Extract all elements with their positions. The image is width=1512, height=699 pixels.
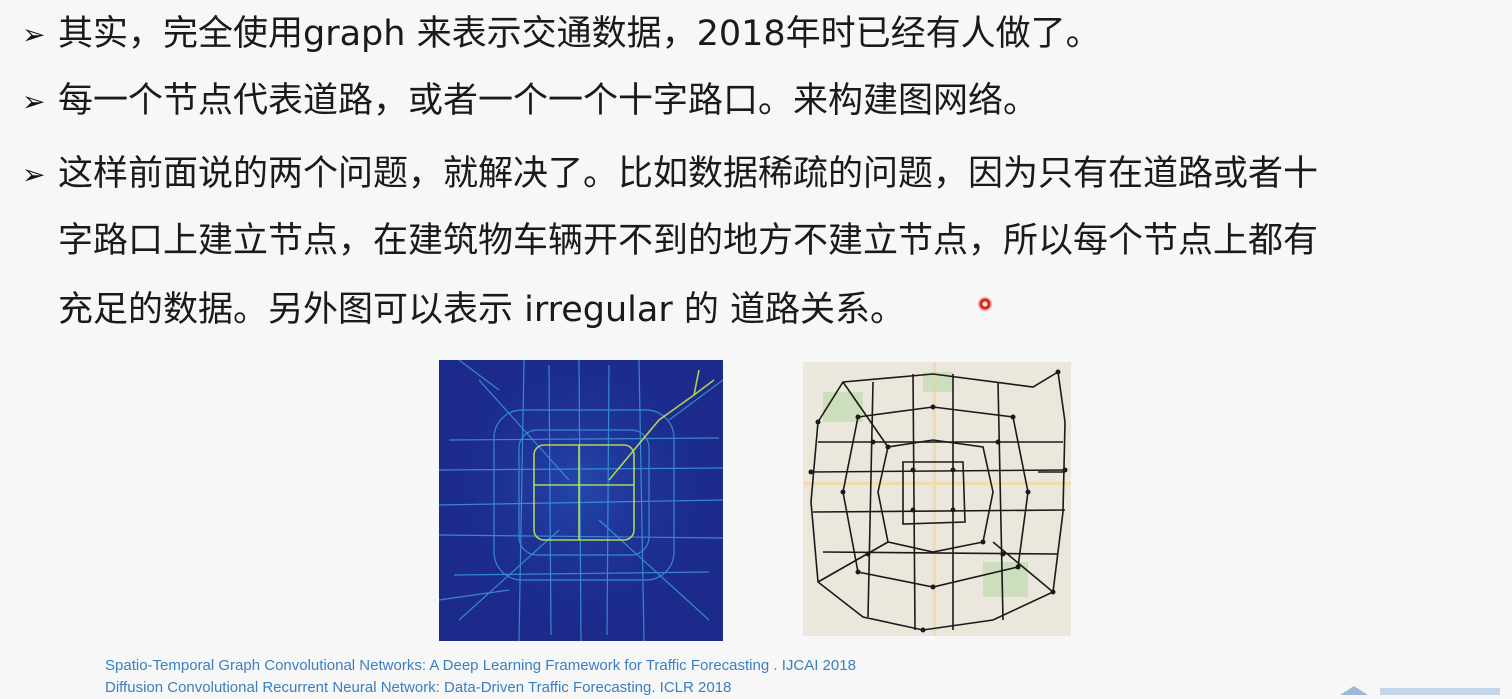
- bullet-3-line-2: 字路口上建立节点，在建筑物车辆开不到的地方不建立节点，所以每个节点上都有: [58, 221, 1319, 261]
- laser-pointer-icon: [977, 296, 993, 312]
- reference-2: Diffusion Convolutional Recurrent Neural…: [105, 679, 732, 696]
- references: Spatio-Temporal Graph Convolutional Netw…: [105, 655, 856, 699]
- reference-1: Spatio-Temporal Graph Convolutional Netw…: [105, 657, 856, 674]
- watermark-logo-icon: [1340, 686, 1500, 695]
- bullet-arrow-icon: ➢: [22, 18, 46, 51]
- traffic-heatmap-image: [438, 359, 724, 642]
- bullet-1-text: 其实，完全使用graph 来表示交通数据，2018年时已经有人做了。: [58, 14, 1101, 54]
- road-graph-map-image: [803, 362, 1071, 636]
- bullet-2-text: 每一个节点代表道路，或者一个一个十字路口。来构建图网络。: [58, 81, 1039, 121]
- road-graph: [803, 362, 1071, 636]
- bullet-arrow-icon: ➢: [22, 85, 46, 118]
- heatmap-roads: [438, 359, 724, 642]
- bullet-3-line-3: 充足的数据。另外图可以表示 irregular 的 道路关系。: [58, 290, 905, 330]
- bullet-arrow-icon: ➢: [22, 158, 46, 191]
- bullet-3-line-1: 这样前面说的两个问题，就解决了。比如数据稀疏的问题，因为只有在道路或者十: [58, 154, 1319, 194]
